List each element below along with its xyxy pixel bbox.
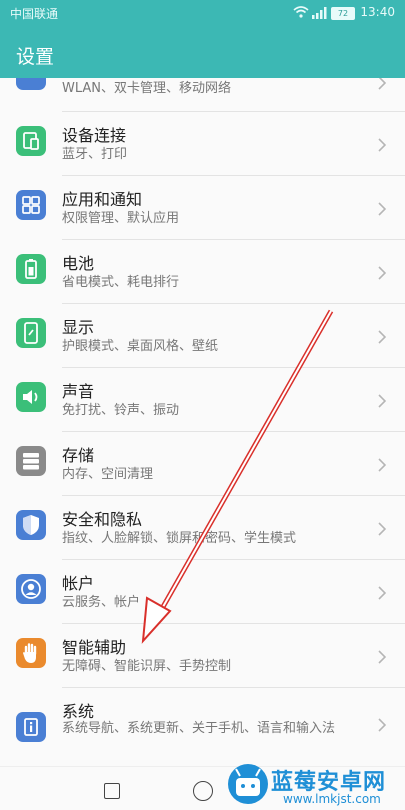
settings-item-sub: 内存、空间清理 xyxy=(62,467,154,482)
battery-icon xyxy=(16,254,46,284)
settings-item-sub: 免打扰、铃声、振动 xyxy=(62,403,180,418)
home-button[interactable] xyxy=(193,781,213,801)
sound-icon xyxy=(16,382,46,412)
settings-list[interactable]: WLAN、双卡管理、移动网络 设备连接 蓝牙、打印 应用和通知 权限管理、默认应… xyxy=(0,78,405,766)
settings-item-account[interactable]: 帐户 云服务、帐户 xyxy=(0,560,405,624)
chevron-right-icon xyxy=(378,458,387,472)
account-icon xyxy=(16,574,46,604)
settings-item-sub: 省电模式、耗电排行 xyxy=(62,275,180,290)
recents-button[interactable] xyxy=(104,783,120,799)
settings-item-sub: WLAN、双卡管理、移动网络 xyxy=(62,81,232,96)
settings-item-sub: 云服务、帐户 xyxy=(62,595,141,610)
wifi-icon xyxy=(293,6,309,18)
settings-item-sub: 蓝牙、打印 xyxy=(62,147,128,162)
settings-item-security[interactable]: 安全和隐私 指纹、人脸解锁、锁屏和密码、学生模式 xyxy=(0,496,405,560)
settings-item-label: 设备连接 xyxy=(62,126,127,145)
device-connection-icon xyxy=(16,126,46,156)
security-icon xyxy=(16,510,46,540)
display-icon xyxy=(16,318,46,348)
settings-item-storage[interactable]: 存储 内存、空间清理 xyxy=(0,432,405,496)
chevron-right-icon xyxy=(378,650,387,664)
chevron-right-icon xyxy=(378,266,387,280)
settings-item-label: 显示 xyxy=(62,318,95,337)
settings-item-sound[interactable]: 声音 免打扰、铃声、振动 xyxy=(0,368,405,432)
settings-item-display[interactable]: 显示 护眼模式、桌面风格、壁纸 xyxy=(0,304,405,368)
settings-item-label: 存储 xyxy=(62,446,95,465)
system-icon xyxy=(16,712,46,742)
carrier-name: 中国联通 xyxy=(10,7,59,21)
page-title: 设置 xyxy=(16,46,55,68)
settings-item-label: 帐户 xyxy=(62,574,95,593)
settings-item-device-connection[interactable]: 设备连接 蓝牙、打印 xyxy=(0,112,405,176)
storage-icon xyxy=(16,446,46,476)
app-header: 中国联通 72 13:40 设置 xyxy=(0,0,405,78)
settings-item-label: 安全和隐私 xyxy=(62,510,143,529)
settings-item-sub: 权限管理、默认应用 xyxy=(62,211,180,226)
chevron-right-icon xyxy=(378,138,387,152)
chevron-right-icon xyxy=(378,522,387,536)
settings-item-battery[interactable]: 电池 省电模式、耗电排行 xyxy=(0,240,405,304)
chevron-right-icon xyxy=(378,718,387,732)
settings-item-sub: 系统导航、系统更新、关于手机、语言和输入法 xyxy=(62,721,336,736)
settings-item-label: 智能辅助 xyxy=(62,638,127,657)
settings-item-sub: 无障碍、智能识屏、手势控制 xyxy=(62,659,232,674)
settings-item-label: 电池 xyxy=(62,254,95,273)
clock: 13:40 xyxy=(360,5,395,19)
network-icon xyxy=(16,78,46,90)
status-bar: 中国联通 72 13:40 xyxy=(0,0,405,26)
settings-item-label: 应用和通知 xyxy=(62,190,143,209)
apps-icon xyxy=(16,190,46,220)
settings-item-sub: 指纹、人脸解锁、锁屏和密码、学生模式 xyxy=(62,531,297,546)
chevron-right-icon xyxy=(378,586,387,600)
chevron-right-icon xyxy=(378,330,387,344)
settings-item-apps[interactable]: 应用和通知 权限管理、默认应用 xyxy=(0,176,405,240)
settings-item-sub: 护眼模式、桌面风格、壁纸 xyxy=(62,339,219,354)
chevron-right-icon xyxy=(378,78,387,90)
battery-indicator: 72 xyxy=(331,7,355,20)
chevron-right-icon xyxy=(378,394,387,408)
settings-item-label: 声音 xyxy=(62,382,95,401)
chevron-right-icon xyxy=(378,202,387,216)
hand-icon xyxy=(16,638,46,668)
watermark-url: www.lmkjst.com xyxy=(283,792,381,806)
signal-icon xyxy=(312,7,327,19)
settings-item-smart-assist[interactable]: 智能辅助 无障碍、智能识屏、手势控制 xyxy=(0,624,405,688)
